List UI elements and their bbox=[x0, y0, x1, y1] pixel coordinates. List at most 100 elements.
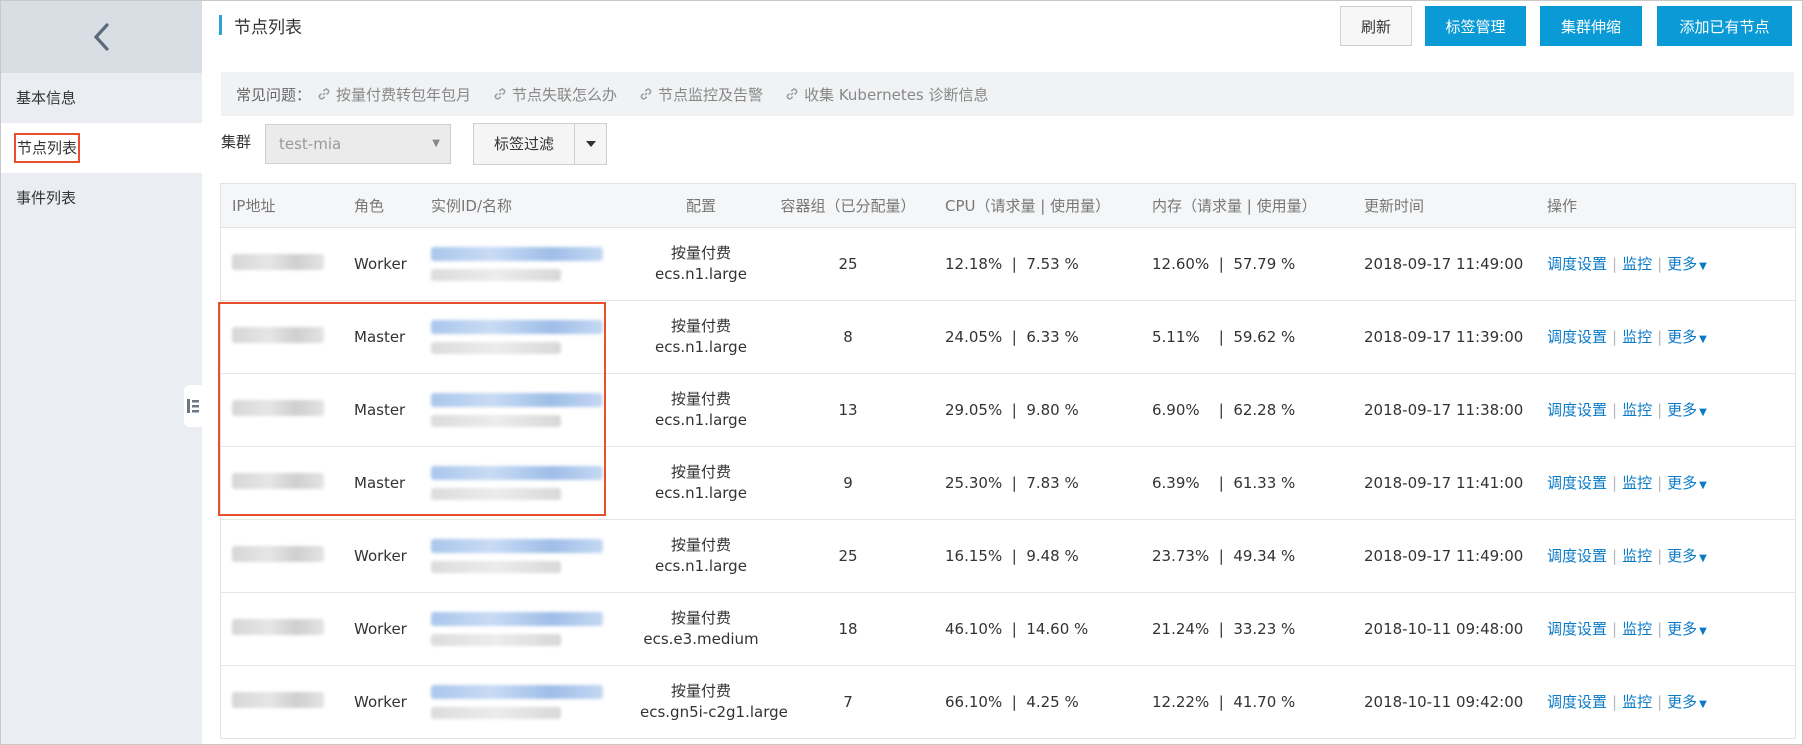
monitor-link[interactable]: 监控 bbox=[1622, 328, 1652, 346]
collapse-icon bbox=[187, 399, 199, 413]
cluster-select-value: test-mia bbox=[279, 135, 342, 153]
faq-link[interactable]: 按量付费转包年包月 bbox=[317, 84, 471, 105]
table-row: Worker 按量付费 ecs.gn5i-c2g1.large 7 66.10% | 4… bbox=[221, 665, 1795, 738]
redacted-ip bbox=[232, 618, 324, 635]
config-cell: 按量付费 ecs.n1.large bbox=[640, 373, 762, 447]
redacted-instance-id-link[interactable] bbox=[431, 611, 603, 626]
config-cell: 按量付费 ecs.n1.large bbox=[640, 227, 762, 301]
role-cell: Master bbox=[343, 446, 420, 520]
role-cell: Worker bbox=[343, 227, 420, 301]
redacted-instance-name bbox=[431, 633, 561, 646]
cluster-label: 集群 bbox=[221, 133, 252, 151]
table-row: Master 按量付费 ecs.n1.large 8 24.05% | 6.33 % 5.… bbox=[221, 300, 1795, 374]
billing-type: 按量付费 bbox=[670, 243, 731, 262]
redacted-instance-id-link[interactable] bbox=[431, 392, 603, 407]
updated-time-cell: 2018-09-17 11:49:00 bbox=[1353, 227, 1536, 301]
caret-down-icon: ▼ bbox=[1699, 480, 1707, 491]
instance-spec: ecs.n1.large bbox=[655, 264, 747, 283]
back-button[interactable] bbox=[1, 1, 202, 73]
schedule-settings-link[interactable]: 调度设置 bbox=[1547, 693, 1607, 711]
tag-filter-button[interactable]: 标签过滤 bbox=[473, 123, 607, 165]
caret-down-icon: ▼ bbox=[1699, 626, 1707, 637]
redacted-ip bbox=[232, 326, 324, 343]
monitor-link[interactable]: 监控 bbox=[1622, 693, 1652, 711]
more-dropdown[interactable]: 更多 ▼ bbox=[1667, 693, 1707, 711]
faq-link[interactable]: 节点监控及告警 bbox=[639, 84, 763, 105]
instance-cell bbox=[420, 592, 640, 666]
updated-time-cell: 2018-09-17 11:39:00 bbox=[1353, 300, 1536, 374]
more-dropdown[interactable]: 更多 ▼ bbox=[1667, 328, 1707, 346]
more-dropdown[interactable]: 更多 ▼ bbox=[1667, 474, 1707, 492]
separator: | bbox=[1612, 620, 1618, 638]
billing-type: 按量付费 bbox=[670, 681, 731, 700]
cluster-scale-button[interactable]: 集群伸缩 bbox=[1540, 6, 1642, 46]
monitor-link[interactable]: 监控 bbox=[1622, 620, 1652, 638]
updated-time-cell: 2018-09-17 11:49:00 bbox=[1353, 519, 1536, 593]
more-dropdown[interactable]: 更多 ▼ bbox=[1667, 255, 1707, 273]
sidebar-item-label: 事件列表 bbox=[16, 189, 77, 207]
add-existing-node-button[interactable]: 添加已有节点 bbox=[1657, 6, 1792, 46]
link-icon bbox=[640, 88, 652, 100]
pods-cell: 8 bbox=[762, 300, 934, 374]
schedule-settings-link[interactable]: 调度设置 bbox=[1547, 474, 1607, 492]
instance-cell bbox=[420, 446, 640, 520]
redacted-instance-name bbox=[431, 268, 561, 281]
monitor-link[interactable]: 监控 bbox=[1622, 474, 1652, 492]
schedule-settings-link[interactable]: 调度设置 bbox=[1547, 620, 1607, 638]
ip-cell bbox=[221, 227, 343, 301]
schedule-settings-link[interactable]: 调度设置 bbox=[1547, 401, 1607, 419]
monitor-link[interactable]: 监控 bbox=[1622, 547, 1652, 565]
config-cell: 按量付费 ecs.n1.large bbox=[640, 300, 762, 374]
tag-manage-button[interactable]: 标签管理 bbox=[1425, 6, 1526, 46]
role-cell: Worker bbox=[343, 519, 420, 593]
more-dropdown[interactable]: 更多 ▼ bbox=[1667, 620, 1707, 638]
tag-filter-dropdown[interactable] bbox=[575, 124, 606, 164]
redacted-instance-id-link[interactable] bbox=[431, 684, 603, 699]
ip-cell bbox=[221, 373, 343, 447]
sidebar-item-event-list[interactable]: 事件列表 bbox=[1, 173, 202, 223]
column-header: IP地址 bbox=[221, 184, 343, 228]
billing-type: 按量付费 bbox=[670, 535, 731, 554]
billing-type: 按量付费 bbox=[670, 316, 731, 335]
schedule-settings-link[interactable]: 调度设置 bbox=[1547, 328, 1607, 346]
schedule-settings-link[interactable]: 调度设置 bbox=[1547, 255, 1607, 273]
redacted-instance-id-link[interactable] bbox=[431, 319, 603, 334]
separator: | bbox=[1657, 255, 1663, 273]
cpu-cell: 25.30% | 7.83 % bbox=[934, 446, 1141, 520]
schedule-settings-link[interactable]: 调度设置 bbox=[1547, 547, 1607, 565]
ip-cell bbox=[221, 446, 343, 520]
table-row: Master 按量付费 ecs.n1.large 13 29.05% | 9.80 % 6… bbox=[221, 373, 1795, 447]
redacted-instance-id-link[interactable] bbox=[431, 465, 603, 480]
memory-cell: 21.24% | 33.23 % bbox=[1141, 592, 1353, 666]
cluster-select[interactable]: test-mia ▼ bbox=[265, 124, 451, 164]
actions-cell: 调度设置 | 监控 | 更多 ▼ bbox=[1536, 227, 1795, 301]
caret-down-icon: ▼ bbox=[1699, 261, 1707, 272]
redacted-instance-id-link[interactable] bbox=[431, 246, 603, 261]
ip-cell bbox=[221, 519, 343, 593]
faq-link[interactable]: 节点失联怎么办 bbox=[493, 84, 617, 105]
separator: | bbox=[1612, 255, 1618, 273]
monitor-link[interactable]: 监控 bbox=[1622, 255, 1652, 273]
more-dropdown[interactable]: 更多 ▼ bbox=[1667, 401, 1707, 419]
table-row: Worker 按量付费 ecs.n1.large 25 12.18% | 7.53 % 1… bbox=[221, 227, 1795, 301]
link-icon bbox=[318, 88, 330, 100]
monitor-link[interactable]: 监控 bbox=[1622, 401, 1652, 419]
sidebar-collapse-handle[interactable] bbox=[184, 385, 202, 427]
table-row: Worker 按量付费 ecs.n1.large 25 16.15% | 9.48 % 2… bbox=[221, 519, 1795, 593]
faq-label: 常见问题： bbox=[236, 85, 312, 104]
more-dropdown[interactable]: 更多 ▼ bbox=[1667, 547, 1707, 565]
redacted-instance-id-link[interactable] bbox=[431, 538, 603, 553]
column-header: 操作 bbox=[1536, 184, 1795, 228]
instance-spec: ecs.e3.medium bbox=[643, 629, 759, 648]
memory-cell: 12.22% | 41.70 % bbox=[1152, 692, 1296, 711]
faq-link[interactable]: 收集 Kubernetes 诊断信息 bbox=[785, 84, 989, 105]
billing-type: 按量付费 bbox=[670, 389, 731, 408]
instance-spec: ecs.n1.large bbox=[655, 556, 747, 575]
sidebar-item-node-list[interactable]: 节点列表 bbox=[1, 123, 202, 173]
actions-cell: 调度设置 | 监控 | 更多 ▼ bbox=[1536, 373, 1795, 447]
refresh-button[interactable]: 刷新 bbox=[1340, 6, 1412, 46]
table-header-row: IP地址 角色 实例ID/名称 配置 容器组（已分配量） CPU（请求量 | 使… bbox=[221, 184, 1795, 228]
sidebar-item-label: 节点列表 bbox=[14, 133, 81, 163]
sidebar-item-basic-info[interactable]: 基本信息 bbox=[1, 73, 202, 123]
separator: | bbox=[1657, 401, 1663, 419]
